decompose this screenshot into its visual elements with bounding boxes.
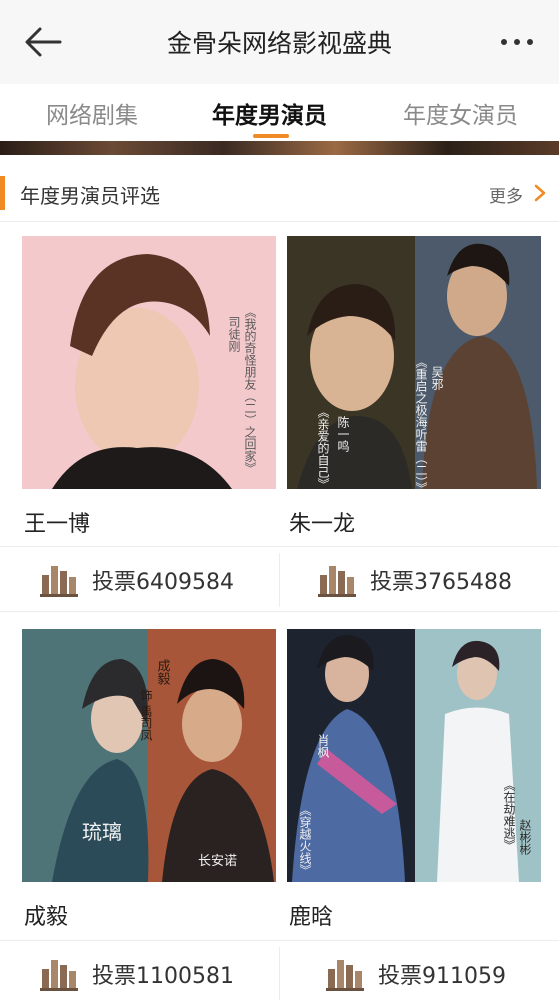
banner-image-strip	[0, 141, 559, 155]
actor-photo[interactable]: 陈一鸣 《亲爱的自己》 吴邪 《重启之极海听雷（二）》	[287, 236, 541, 489]
tab-web-series[interactable]: 网络剧集	[46, 96, 138, 130]
active-tab-indicator	[253, 134, 289, 138]
vote-row: 投票6409584 投票3765488	[0, 546, 559, 612]
poster-caption: 司徒刚	[227, 316, 241, 352]
app-header: 金骨朵网络影视盛典	[0, 0, 559, 84]
tab-best-actor[interactable]: 年度男演员	[212, 96, 327, 130]
actor-name: 朱一龙	[289, 512, 356, 537]
poster-caption: 《我的奇怪朋友（二）之回家》	[243, 306, 257, 474]
poster-caption: 吴邪	[430, 366, 444, 390]
poster-caption: 长安诺	[198, 854, 237, 869]
section-header: 年度男演员评选 更多	[0, 166, 559, 222]
more-link[interactable]: 更多	[489, 182, 523, 207]
vote-row: 投票1100581 投票911059	[0, 940, 559, 1000]
divider	[279, 947, 280, 1000]
bar-chart-icon	[40, 566, 78, 597]
actor-photo[interactable]: 肖枫 《穿越火线》 赵彬彬 《在劫难逃》	[287, 629, 541, 882]
bar-chart-icon	[326, 960, 364, 991]
actor-name: 鹿晗	[289, 905, 334, 930]
vote-button[interactable]: 投票911059	[326, 957, 506, 991]
actor-photo[interactable]: 琉璃 成毅 饰 禹司凤 长安诺	[22, 629, 276, 882]
vote-button[interactable]: 投票6409584	[40, 563, 234, 597]
actor-name: 王一博	[24, 512, 91, 537]
vote-count: 投票3765488	[370, 570, 512, 595]
vote-count: 投票6409584	[92, 570, 234, 595]
category-tabs: 网络剧集 年度男演员 年度女演员	[0, 84, 559, 142]
poster-caption: 成毅	[155, 659, 171, 685]
poster-caption: 陈一鸣	[336, 415, 350, 452]
poster-caption: 饰 禹司凤	[139, 689, 153, 742]
more-dots-icon[interactable]	[499, 32, 535, 52]
poster-caption: 《亲爱的自己》	[316, 406, 330, 489]
poster-caption: 《重启之极海听雷（二）》	[414, 356, 428, 489]
section-title: 年度男演员评选	[20, 184, 160, 208]
chevron-right-icon[interactable]	[533, 183, 547, 203]
bar-chart-icon	[40, 960, 78, 991]
section-accent-bar	[0, 176, 5, 210]
vote-button[interactable]: 投票1100581	[40, 957, 234, 991]
tab-best-actress[interactable]: 年度女演员	[403, 96, 518, 130]
vote-count: 投票911059	[378, 964, 506, 989]
poster-caption: 赵彬彬	[518, 819, 532, 855]
poster-caption: 《穿越火线》	[298, 804, 312, 876]
actor-name: 成毅	[24, 905, 69, 930]
actor-photo[interactable]: 《我的奇怪朋友（二）之回家》 司徒刚	[22, 236, 276, 489]
poster-caption: 琉璃	[82, 820, 122, 844]
divider	[279, 553, 280, 607]
bar-chart-icon	[318, 566, 356, 597]
page-title: 金骨朵网络影视盛典	[166, 29, 392, 58]
poster-caption: 肖枫	[316, 734, 330, 759]
vote-count: 投票1100581	[92, 964, 234, 989]
vote-button[interactable]: 投票3765488	[318, 563, 512, 597]
poster-caption: 《在劫难逃》	[502, 779, 516, 851]
